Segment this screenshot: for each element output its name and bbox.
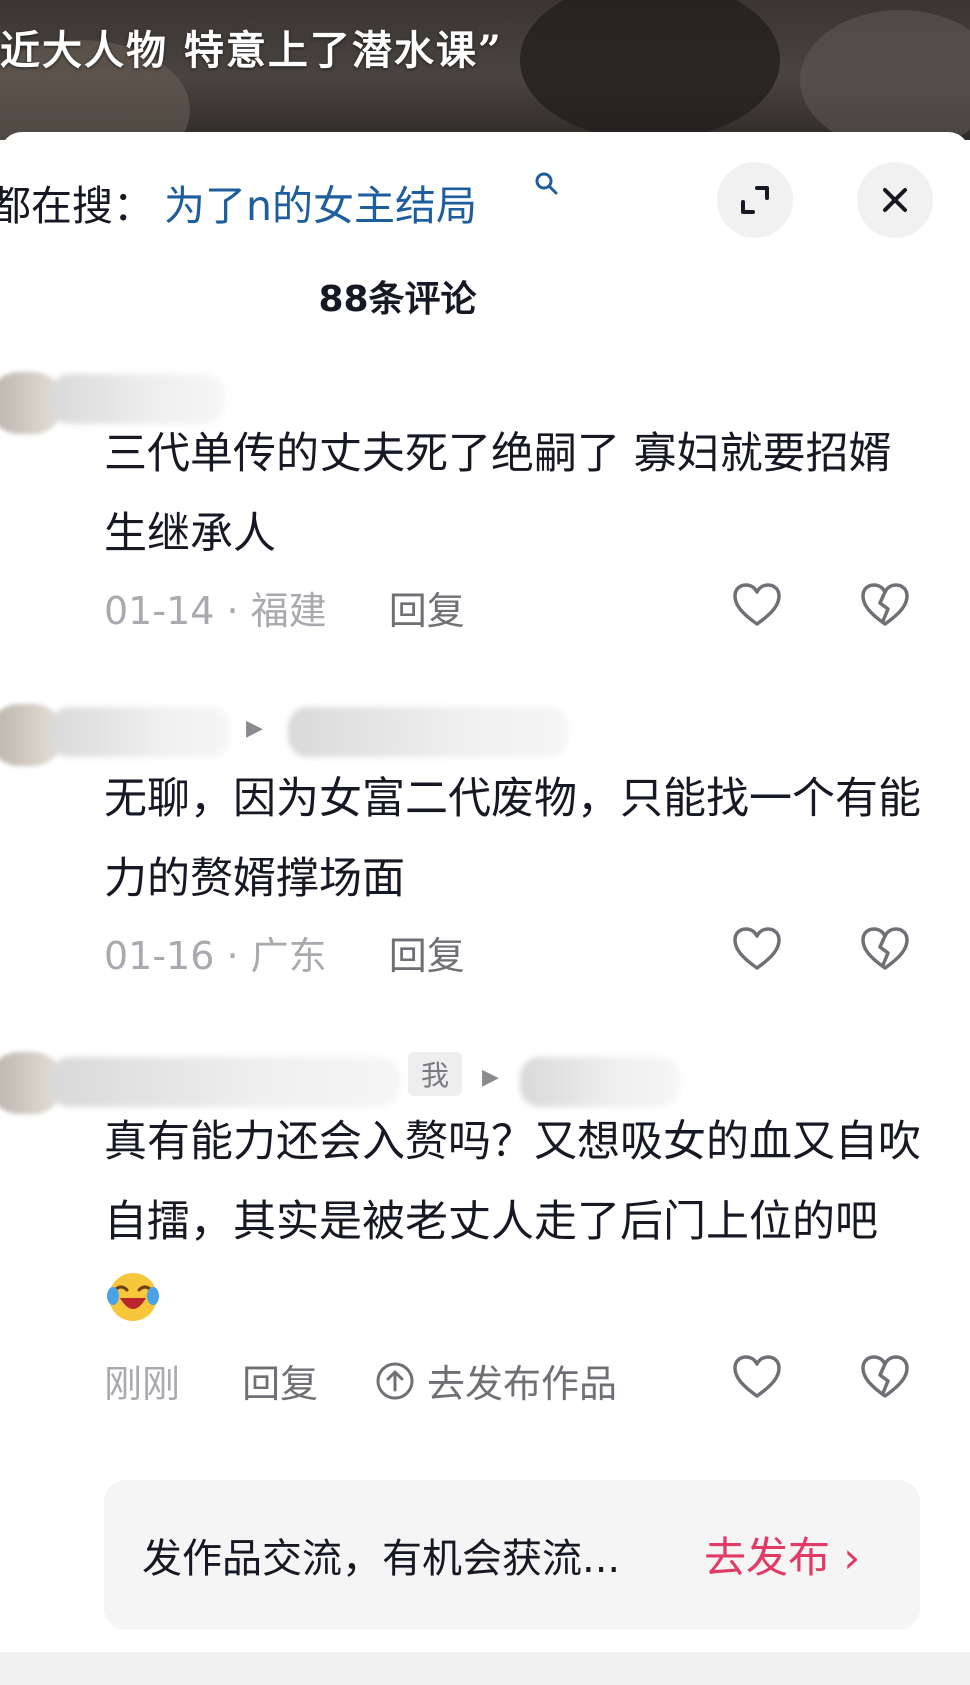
close-icon [883,188,907,212]
publish-work-link[interactable]: 去发布作品 [375,1353,617,1408]
comment-meta: 刚刚 回复 [104,1353,318,1408]
search-query-link[interactable]: 为了n的女主结局 [164,172,477,232]
reply-arrow-icon: ▶ [482,1065,499,1090]
expand-button[interactable] [717,162,793,238]
upload-icon [376,1362,414,1399]
username-redacted[interactable] [50,1057,400,1107]
comment-location: 福建 [250,589,327,633]
close-button[interactable] [857,162,933,238]
laughing-crying-emoji-icon [107,1273,159,1321]
comment-date: 01-16 [104,934,215,978]
reply-button[interactable]: 回复 [242,1362,318,1406]
comment-time: 刚刚 [104,1362,181,1406]
comment-date: 01-14 [104,589,215,633]
broken-heart-icon[interactable] [858,923,912,977]
heart-icon[interactable] [730,1351,784,1405]
publish-work-label: 去发布作品 [427,1362,618,1406]
comment-meta: 01-14 · 福建 回复 [104,589,465,633]
search-prefix: 都在搜： [0,182,154,230]
publish-promo-banner[interactable]: 发作品交流，有机会获流... 去发布 › [104,1480,920,1630]
username-redacted[interactable] [50,707,230,757]
broken-heart-icon[interactable] [858,579,912,633]
me-badge: 我 [408,1052,462,1096]
comment-text: 三代单传的丈夫死了绝嗣了 寡妇就要招婿 生继承人 [104,429,892,559]
input-bar-edge [0,1652,970,1685]
promo-publish-button[interactable]: 去发布 › [704,1524,860,1585]
comment-location: 广东 [250,934,327,978]
comment-text: 无聊，因为女富二代废物，只能找一个有能力的赘婿撑场面 [104,774,921,904]
comments-panel: 都在搜： 为了n的女主结局 88条评论 三代单传的丈夫死了绝嗣了 寡妇就要招婿 … [0,132,970,1685]
comment-text: 真有能力还会入赘吗？又想吸女的血又自吹自擂，其实是被老丈人走了后门上位的吧 [104,1102,934,1342]
promo-publish-label: 去发布 [704,1533,831,1582]
comment-text-content: 真有能力还会入赘吗？又想吸女的血又自吹自擂，其实是被老丈人走了后门上位的吧 [104,1117,921,1247]
video-subtitle: 近大人物 特意上了潜水课” [0,27,503,74]
comment-meta: 01-16 · 广东 回复 [104,934,465,978]
reply-arrow-icon: ▶ [246,716,263,741]
reply-button[interactable]: 回复 [389,934,465,978]
heart-icon[interactable] [730,923,784,977]
video-frame: 近大人物 特意上了潜水课” [0,0,970,140]
search-icon [535,172,558,195]
search-suggestion[interactable]: 都在搜： 为了n的女主结局 [0,164,970,234]
reply-button[interactable]: 回复 [389,589,465,633]
comment-count-title: 88条评论 [318,279,477,320]
reply-target-redacted[interactable] [520,1057,680,1107]
reply-target-redacted[interactable] [288,707,568,757]
heart-icon[interactable] [730,579,784,633]
expand-icon [741,186,769,214]
chevron-right-icon: › [843,1533,861,1582]
promo-text: 发作品交流，有机会获流... [142,1536,621,1582]
broken-heart-icon[interactable] [858,1351,912,1405]
